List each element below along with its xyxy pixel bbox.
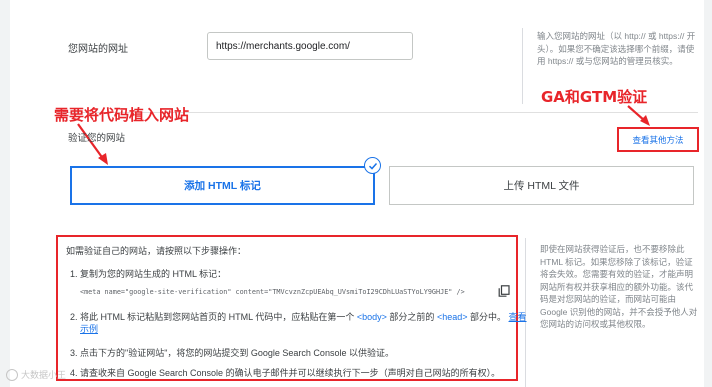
watermark-text: 大数据小王 <box>21 370 67 380</box>
view-example-link-part-2[interactable]: 示例 <box>80 322 98 335</box>
watermark-logo-icon <box>6 368 18 381</box>
instructions-step-2: 2. 将此 HTML 标记粘贴到您网站首页的 HTML 代码中，应粘贴在第一个 … <box>70 310 527 323</box>
view-example-link-part-1[interactable]: 查看 <box>509 312 527 322</box>
selected-check-icon <box>364 157 381 174</box>
instructions-step-1: 1. 复制为您的网站生成的 HTML 标记： <box>70 269 227 279</box>
verification-help-text: 即使在网站获得验证后，也不要移除此 HTML 标记。如果您移除了该标记，验证将会… <box>540 244 698 329</box>
instructions-step-4: 4. 请查收来自 Google Search Console 的确认电子邮件并可… <box>70 368 501 378</box>
step-2-text-b: 部分之前的 <box>389 312 435 322</box>
watermark: 大数据小王 <box>6 368 66 381</box>
step-2-text-a: 2. 将此 HTML 标记粘贴到您网站首页的 HTML 代码中，应粘贴在第一个 <box>70 312 355 322</box>
step-2-text-c: 部分中。 <box>470 312 507 322</box>
instructions-intro: 如需验证自己的网站，请按照以下步骤操作： <box>66 246 247 256</box>
merchant-center-verification-panel: 您网站的网址 输入您网站的网址（以 http:// 或 https:// 开头）… <box>0 0 712 387</box>
head-tag-chip: <head> <box>436 312 468 322</box>
copy-icon[interactable] <box>498 285 510 297</box>
verification-meta-tag: <meta name="google-site-verification" co… <box>80 288 465 296</box>
method-upload-html-file[interactable]: 上传 HTML 文件 <box>389 166 694 205</box>
body-tag-chip: <body> <box>356 312 387 322</box>
other-methods-link[interactable]: 查看其他方法 <box>617 127 699 152</box>
verify-site-label: 验证您的网站 <box>68 133 126 144</box>
method-add-html-tag[interactable]: 添加 HTML 标记 <box>70 166 375 205</box>
instructions-step-3: 3. 点击下方的"验证网站"，将您的网站提交到 Google Search Co… <box>70 348 394 358</box>
